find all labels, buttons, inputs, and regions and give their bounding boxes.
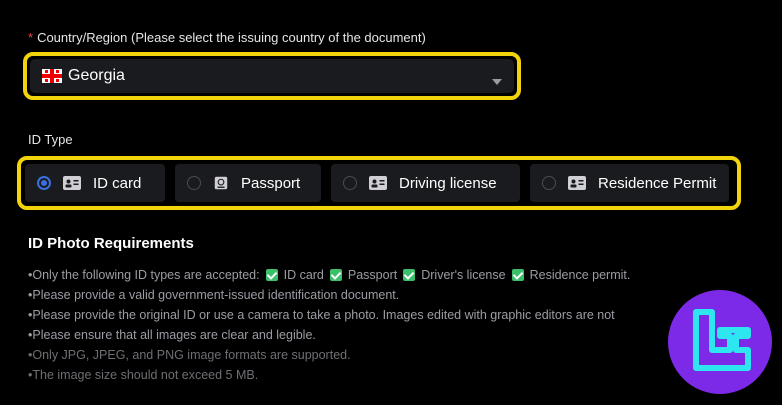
accepted-type: Passport [347,268,398,282]
accepted-type: ID card [283,268,324,282]
radio-selected-icon[interactable] [37,176,51,190]
id-type-option-residence-permit[interactable]: Residence Permit [530,164,729,202]
id-type-option-label: Residence Permit [598,174,717,192]
passport-icon [214,176,228,190]
checkbox-checked-icon [329,269,342,281]
id-type-option-id-card[interactable]: ID card [25,164,165,202]
chevron-down-icon[interactable] [492,79,502,85]
accepted-type: Residence permit. [529,268,631,282]
georgia-flag-icon [42,69,62,83]
id-type-option-passport[interactable]: Passport [175,164,321,202]
country-selected-value: Georgia [68,67,125,84]
id-card-icon [63,176,81,190]
country-label-text: Country/Region (Please select the issuin… [37,30,426,45]
radio-unselected-icon[interactable] [542,176,556,190]
accepted-type: Driver's license [421,268,506,282]
residence-permit-icon [568,176,586,190]
id-type-option-label: ID card [93,174,142,192]
driving-license-icon [369,176,387,190]
id-type-option-label: Passport [241,174,301,192]
id-type-option-driving-license[interactable]: Driving license [331,164,520,202]
id-type-highlight: ID card Passport Driving license Residen… [17,156,741,210]
requirements-title: ID Photo Requirements [28,235,194,252]
radio-unselected-icon[interactable] [187,176,201,190]
radio-unselected-icon[interactable] [343,176,357,190]
tradingfinder-logo-icon [668,290,772,394]
checkbox-checked-icon [403,269,416,281]
requirement-text: •Only the following ID types are accepte… [28,268,260,282]
id-type-label: ID Type [28,132,73,147]
country-select-highlight: Georgia [23,52,521,100]
requirement-item: •Only the following ID types are accepte… [28,265,782,285]
country-select[interactable]: Georgia [30,59,514,93]
checkbox-checked-icon [511,269,524,281]
required-asterisk: * [28,30,34,45]
checkbox-checked-icon [265,269,278,281]
id-type-option-label: Driving license [399,174,497,192]
country-label: * Country/Region (Please select the issui… [28,30,426,45]
